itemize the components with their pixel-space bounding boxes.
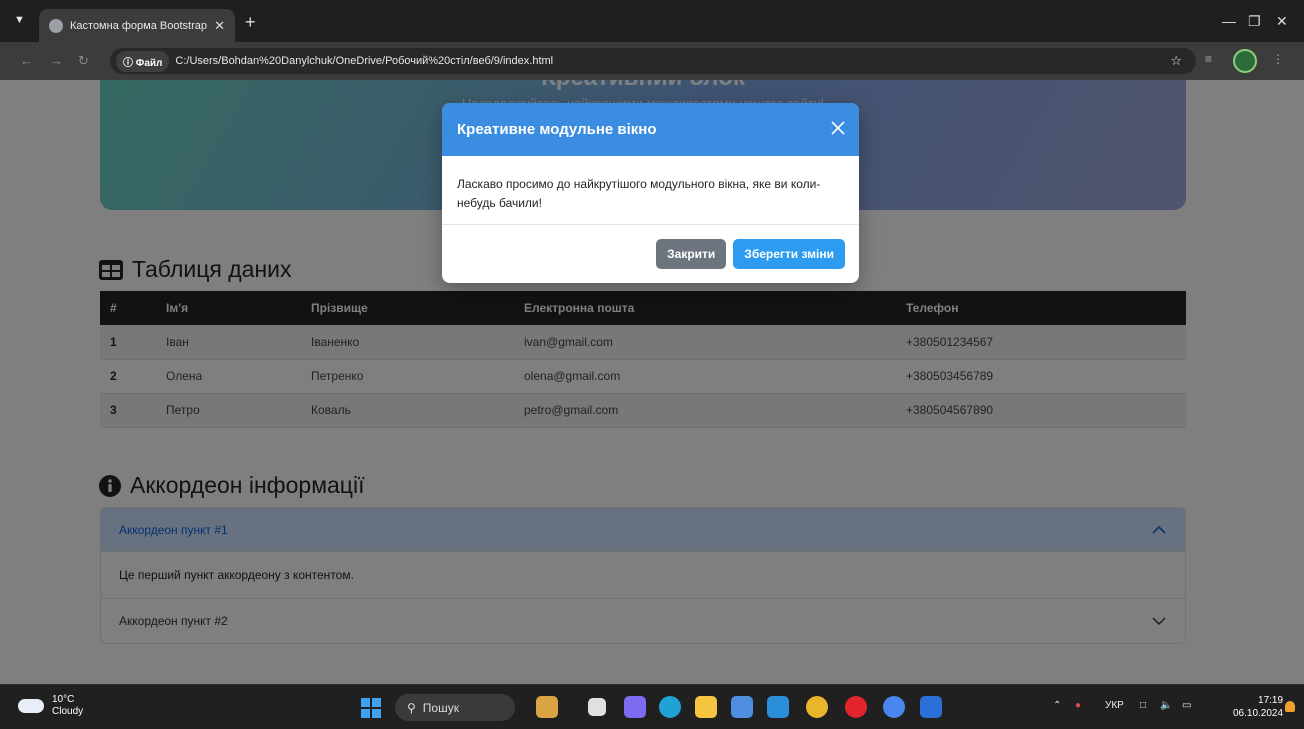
new-tab-plus-icon[interactable]: + [245, 13, 256, 31]
volume-icon[interactable]: 🔈 [1160, 700, 1172, 711]
browser-tab[interactable]: Кастомна форма Bootstrap з п ✕ [39, 9, 235, 42]
browser-menu-icon[interactable]: ⋮ [1272, 52, 1284, 66]
windows-start-icon[interactable] [361, 698, 381, 718]
file-info-chip[interactable]: ⓘ Файл [116, 50, 170, 72]
search-label: Пошук [422, 700, 459, 715]
page-viewport: Креативний блок Насолоджуйтесь найкращим… [0, 80, 1304, 684]
opera-icon[interactable] [845, 696, 867, 718]
search-icon: ⚲ [407, 700, 416, 715]
window-close-icon[interactable]: ✕ [1276, 13, 1288, 30]
modal-body: Ласкаво просимо до найкрутішого модульно… [442, 156, 859, 225]
copilot-icon[interactable] [624, 696, 646, 718]
weather-condition: Cloudy [52, 706, 84, 717]
tab-close-icon[interactable]: ✕ [214, 18, 225, 34]
modal-header: Креативне модульне вікно [442, 103, 859, 156]
chrome-profile-icon[interactable] [883, 696, 905, 718]
modal-dialog: Креативне модульне вікно Ласкаво просимо… [442, 103, 859, 283]
clock-date: 06.10.2024 [1233, 708, 1284, 719]
forward-arrow-icon[interactable]: → [50, 53, 63, 68]
file-explorer-icon[interactable] [695, 696, 717, 718]
close-button[interactable]: Закрити [656, 239, 727, 269]
address-bar-row: ← → ↻ ⓘ Файл C:/Users/Bohdan%20Danylchuk… [0, 42, 1304, 80]
reading-list-icon[interactable]: ≡ [1205, 52, 1212, 66]
weather-widget[interactable]: 10°C Cloudy [18, 694, 83, 718]
tab-search-chevron-icon[interactable]: ▼ [14, 14, 25, 26]
bookmark-star-icon[interactable]: ☆ [1170, 53, 1182, 69]
battery-icon[interactable]: ▭ [1182, 700, 1191, 711]
tray-chevron-icon[interactable]: ⌃ [1053, 700, 1061, 711]
system-clock[interactable]: 17:19 06.10.2024 [1233, 694, 1283, 720]
back-arrow-icon[interactable]: ← [20, 53, 33, 68]
url-text: C:/Users/Bohdan%20Danylchuk/OneDrive/Роб… [175, 55, 554, 67]
minimize-icon[interactable]: — [1222, 13, 1236, 29]
globe-icon [49, 18, 63, 33]
taskbar-search[interactable]: ⚲ Пошук [395, 694, 515, 721]
chrome-icon[interactable] [806, 696, 828, 718]
word-icon[interactable] [920, 696, 942, 718]
language-indicator[interactable]: УКР [1105, 700, 1124, 711]
temperature: 10°C [52, 694, 75, 705]
microsoft-store-icon[interactable] [731, 696, 753, 718]
tab-title: Кастомна форма Bootstrap з п [70, 19, 208, 32]
save-changes-button[interactable]: Зберегти зміни [733, 239, 845, 269]
notification-bell-icon[interactable] [1285, 701, 1295, 712]
profile-avatar[interactable] [1233, 49, 1257, 73]
cloud-icon [18, 699, 44, 713]
modal-footer: Закрити Зберегти зміни [442, 225, 859, 283]
windows-taskbar: 10°C Cloudy ⚲ Пошук ⌃ ● УКР □ 🔈 ▭ 17:19 … [0, 684, 1304, 729]
tray-app-icon[interactable]: ● [1075, 700, 1081, 711]
clock-time: 17:19 [1258, 695, 1284, 706]
browser-tabstrip: ▼ Кастомна форма Bootstrap з п ✕ + — ❐ ✕ [0, 0, 1304, 42]
reload-icon[interactable]: ↻ [78, 53, 89, 69]
restore-icon[interactable]: ❐ [1248, 13, 1261, 30]
network-icon[interactable]: □ [1140, 700, 1146, 711]
url-field[interactable]: ⓘ Файл C:/Users/Bohdan%20Danylchuk/OneDr… [110, 48, 1196, 74]
edge-browser-icon[interactable] [659, 696, 681, 718]
widgets-app-icon[interactable] [536, 696, 558, 718]
modal-close-icon[interactable] [829, 119, 847, 137]
modal-title: Креативне модульне вікно [457, 121, 657, 138]
task-view-icon[interactable] [588, 698, 606, 716]
file-chip-label: Файл [135, 57, 163, 69]
vscode-icon[interactable] [767, 696, 789, 718]
